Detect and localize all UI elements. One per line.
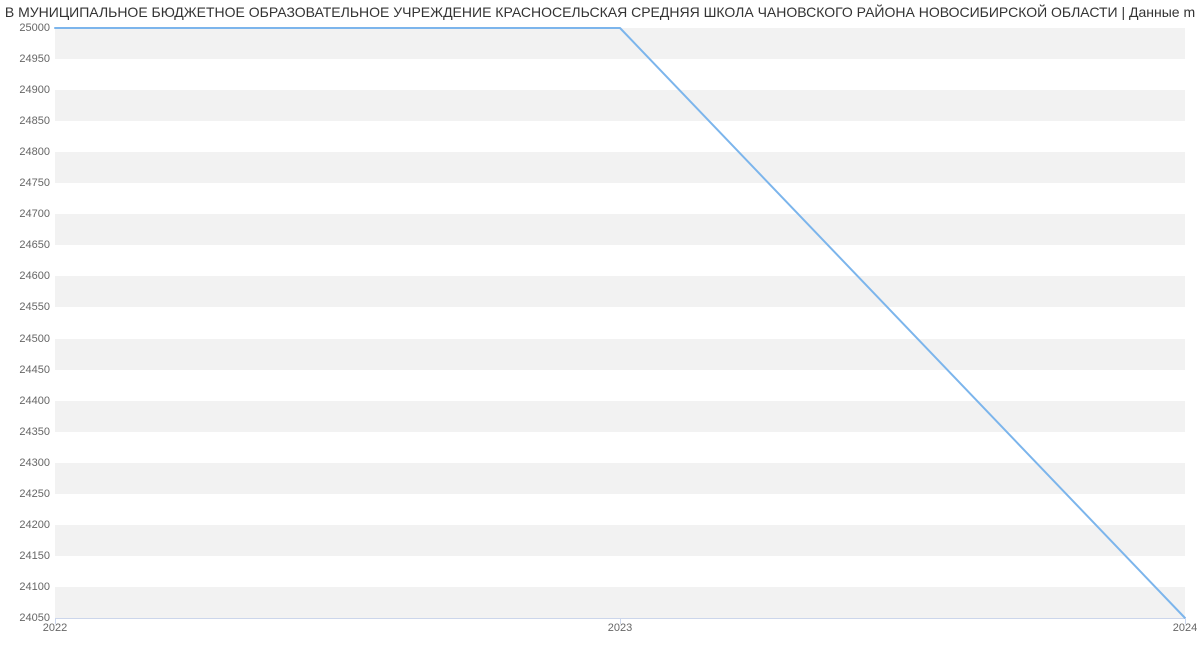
y-tick-label: 24900 (2, 84, 50, 96)
y-tick-label: 24500 (2, 333, 50, 345)
plot-area (55, 28, 1185, 618)
y-tick-label: 24800 (2, 146, 50, 158)
line-layer (55, 28, 1185, 618)
y-tick-label: 24650 (2, 239, 50, 251)
y-tick-label: 24550 (2, 301, 50, 313)
y-tick-label: 24350 (2, 426, 50, 438)
y-tick-label: 25000 (2, 22, 50, 34)
y-tick-label: 24150 (2, 550, 50, 562)
y-tick-label: 24100 (2, 581, 50, 593)
y-tick-label: 24200 (2, 519, 50, 531)
y-tick-label: 24600 (2, 270, 50, 282)
x-tick (620, 618, 621, 624)
y-tick-label: 24300 (2, 457, 50, 469)
x-tick (55, 618, 56, 624)
data-series-line (55, 28, 1185, 618)
y-tick-label: 24850 (2, 115, 50, 127)
chart-title: В МУНИЦИПАЛЬНОЕ БЮДЖЕТНОЕ ОБРАЗОВАТЕЛЬНО… (0, 4, 1200, 20)
y-tick-label: 24250 (2, 488, 50, 500)
y-tick-label: 24700 (2, 208, 50, 220)
y-tick-label: 24950 (2, 53, 50, 65)
x-tick (1185, 618, 1186, 624)
y-tick-label: 24750 (2, 177, 50, 189)
chart-container: В МУНИЦИПАЛЬНОЕ БЮДЖЕТНОЕ ОБРАЗОВАТЕЛЬНО… (0, 0, 1200, 650)
y-tick-label: 24400 (2, 395, 50, 407)
y-tick-label: 24450 (2, 364, 50, 376)
